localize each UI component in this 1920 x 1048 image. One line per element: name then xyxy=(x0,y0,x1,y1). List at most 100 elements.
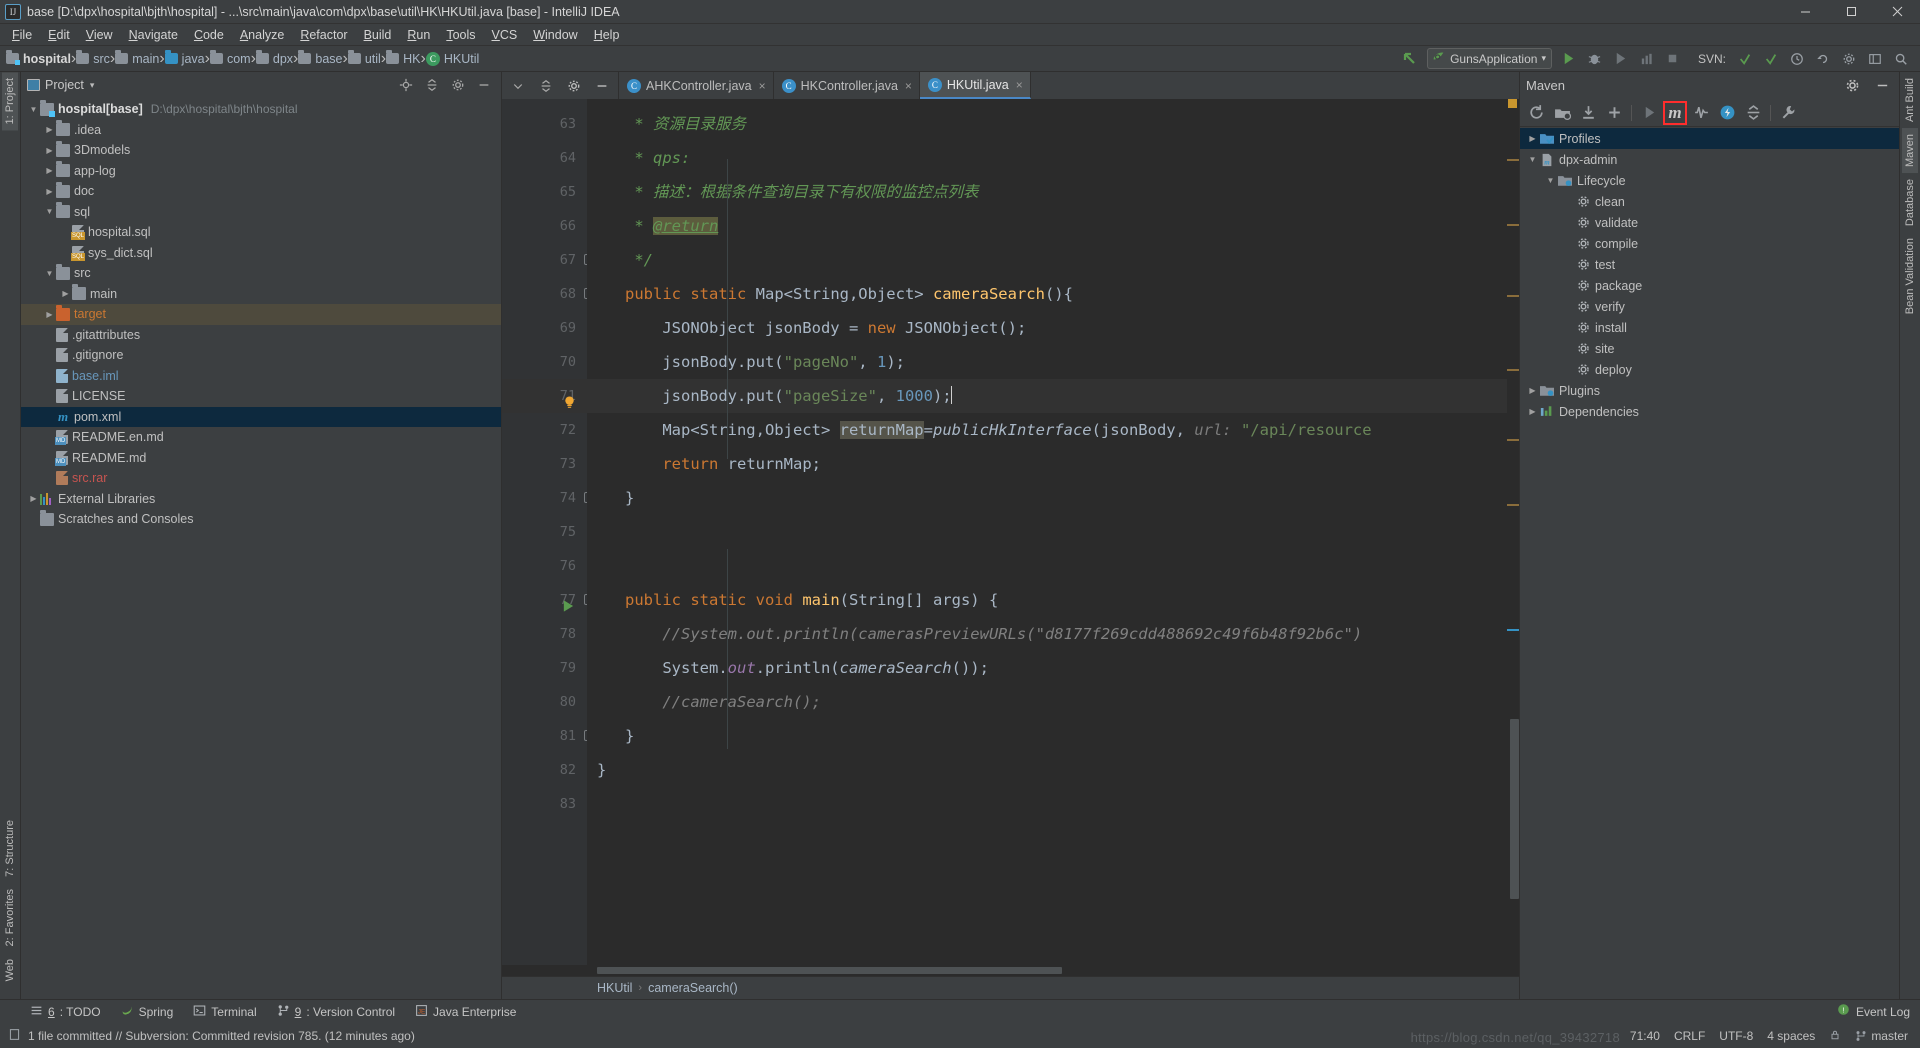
chevron-down-icon[interactable]: ▼ xyxy=(1544,176,1557,185)
editor-tab-HKUtil-java[interactable]: C HKUtil.java × xyxy=(919,72,1031,99)
run-maven-build-icon[interactable] xyxy=(1637,101,1661,125)
menu-vcs[interactable]: VCS xyxy=(484,25,526,45)
horizontal-scrollbar[interactable] xyxy=(597,967,1062,974)
menu-analyze[interactable]: Analyze xyxy=(232,25,292,45)
code-line[interactable] xyxy=(587,787,1507,821)
line-number[interactable]: 71 xyxy=(502,379,587,413)
chevron-right-icon[interactable]: ▶ xyxy=(1562,218,1575,227)
breadcrumb-item-com[interactable]: com xyxy=(209,50,251,66)
chevron-right-icon[interactable]: ▶ xyxy=(27,515,40,524)
gear-icon[interactable] xyxy=(447,74,469,96)
code-line[interactable]: public static Map<String,Object> cameraS… xyxy=(587,277,1507,311)
svn-commit-icon[interactable] xyxy=(1760,48,1782,70)
breadcrumb-item-util[interactable]: util xyxy=(347,50,381,66)
breadcrumb-item-HKUtil[interactable]: C HKUtil xyxy=(425,51,479,66)
code-line[interactable] xyxy=(587,515,1507,549)
menu-window[interactable]: Window xyxy=(525,25,585,45)
toolwindow-button-todo[interactable]: 6 : TODO xyxy=(30,1004,101,1020)
line-number[interactable]: 65 xyxy=(502,175,587,209)
chevron-down-icon[interactable]: ▼ xyxy=(27,105,40,114)
lock-icon[interactable] xyxy=(1829,1029,1841,1044)
menu-tools[interactable]: Tools xyxy=(438,25,483,45)
stripe-tab-structure[interactable]: 7: Structure xyxy=(2,814,18,883)
breadcrumb-item-hospital[interactable]: hospital xyxy=(6,50,71,66)
chevron-right-icon[interactable]: ▶ xyxy=(43,125,56,134)
change-marker[interactable] xyxy=(1507,224,1519,226)
breadcrumb-item-src[interactable]: src xyxy=(76,50,110,66)
warning-marker[interactable] xyxy=(1508,99,1517,108)
code-line[interactable]: } xyxy=(587,481,1507,515)
chevron-right-icon[interactable]: ▶ xyxy=(1562,365,1575,374)
chevron-right-icon[interactable]: ▶ xyxy=(1562,302,1575,311)
chevron-right-icon[interactable]: ▶ xyxy=(1562,197,1575,206)
line-number[interactable]: 68− xyxy=(502,277,595,311)
tree-item-LICENSE[interactable]: ▶ LICENSE xyxy=(21,386,501,407)
expand-icon[interactable] xyxy=(535,75,557,97)
run-icon[interactable] xyxy=(1558,48,1580,70)
maven-tree-item-deploy[interactable]: ▶ deploy xyxy=(1520,359,1899,380)
toolwindow-button-spring[interactable]: Spring xyxy=(121,1004,173,1020)
breadcrumb-item-dpx[interactable]: dpx xyxy=(255,50,293,66)
chevron-right-icon[interactable]: ▶ xyxy=(1562,260,1575,269)
tree-item-.idea[interactable]: ▶ .idea xyxy=(21,120,501,141)
close-icon[interactable]: × xyxy=(1016,78,1023,92)
search-icon[interactable] xyxy=(1890,48,1912,70)
chevron-down-icon[interactable]: ▼ xyxy=(43,207,56,216)
menu-code[interactable]: Code xyxy=(186,25,232,45)
line-separator[interactable]: CRLF xyxy=(1674,1029,1705,1043)
code-line[interactable]: //System.out.println(camerasPreviewURLs(… xyxy=(587,617,1507,651)
chevron-right-icon[interactable]: ▶ xyxy=(1526,386,1539,395)
breadcrumb-item-java[interactable]: java xyxy=(164,50,205,66)
run-configuration-selector[interactable]: GunsApplication ▾ xyxy=(1427,48,1552,69)
stripe-tab-project[interactable]: 1: Project xyxy=(2,72,18,131)
tree-item-.gitignore[interactable]: ▶ .gitignore xyxy=(21,345,501,366)
editor-marker-bar[interactable] xyxy=(1507,99,1519,965)
chevron-right-icon[interactable]: ▶ xyxy=(43,392,56,401)
profiler-icon[interactable] xyxy=(1636,48,1658,70)
collapse-all-icon[interactable] xyxy=(421,74,443,96)
generate-sources-icon[interactable] xyxy=(1550,101,1574,125)
line-number[interactable]: 76 xyxy=(502,549,587,583)
code-line[interactable]: */ xyxy=(587,243,1507,277)
menu-build[interactable]: Build xyxy=(356,25,400,45)
tree-item-External Libraries[interactable]: ▶ External Libraries xyxy=(21,489,501,510)
editor-tab-AHKController-java[interactable]: C AHKController.java × xyxy=(619,72,774,99)
tree-item-src.rar[interactable]: ▶ src.rar xyxy=(21,468,501,489)
debug-icon[interactable] xyxy=(1584,48,1606,70)
toolwindow-button-terminal[interactable]: Terminal xyxy=(193,1004,257,1020)
line-number[interactable]: 63 xyxy=(502,107,587,141)
maven-tree-item-site[interactable]: ▶ site xyxy=(1520,338,1899,359)
menu-run[interactable]: Run xyxy=(399,25,438,45)
line-number[interactable]: 78 xyxy=(502,617,587,651)
toggle-skip-tests-icon[interactable] xyxy=(1689,101,1713,125)
toggle-offline-icon[interactable] xyxy=(1715,101,1739,125)
tree-item-Scratches and Consoles[interactable]: ▶ Scratches and Consoles xyxy=(21,509,501,530)
execute-maven-goal-icon[interactable]: m xyxy=(1663,100,1687,125)
maven-tree-item-clean[interactable]: ▶ clean xyxy=(1520,191,1899,212)
code-line[interactable]: * qps: xyxy=(587,141,1507,175)
line-number[interactable]: 79 xyxy=(502,651,587,685)
indent-setting[interactable]: 4 spaces xyxy=(1767,1029,1815,1043)
chevron-right-icon[interactable]: ▶ xyxy=(59,289,72,298)
menu-edit[interactable]: Edit xyxy=(40,25,78,45)
code-line[interactable]: return returnMap; xyxy=(587,447,1507,481)
chevron-right-icon[interactable]: ▶ xyxy=(1562,323,1575,332)
tree-item-README.en.md[interactable]: ▶ MD README.en.md xyxy=(21,427,501,448)
maven-tree-item-Plugins[interactable]: ▶ Plugins xyxy=(1520,380,1899,401)
intention-bulb-icon[interactable] xyxy=(564,388,575,408)
tree-item-README.md[interactable]: ▶ MD README.md xyxy=(21,448,501,469)
maven-tree-item-install[interactable]: ▶ install xyxy=(1520,317,1899,338)
maven-tree-item-validate[interactable]: ▶ validate xyxy=(1520,212,1899,233)
chevron-right-icon[interactable]: ▶ xyxy=(1526,407,1539,416)
tree-item-hospital[interactable]: ▼ hospital [base] D:\dpx\hospital\bjth\ho… xyxy=(21,99,501,120)
change-marker[interactable] xyxy=(1507,369,1519,371)
code-line[interactable]: System.out.println(cameraSearch()); xyxy=(587,651,1507,685)
editor-breadcrumb-item[interactable]: cameraSearch() xyxy=(648,981,738,995)
history-icon[interactable] xyxy=(1786,48,1808,70)
line-number[interactable]: 69 xyxy=(502,311,587,345)
stop-icon[interactable] xyxy=(1662,48,1684,70)
line-number[interactable]: 66 xyxy=(502,209,587,243)
line-number[interactable]: 75 xyxy=(502,515,587,549)
stripe-tab-beanvalidation[interactable]: Bean Validation xyxy=(1902,232,1918,320)
chevron-down-icon[interactable]: ▾ xyxy=(90,80,95,91)
